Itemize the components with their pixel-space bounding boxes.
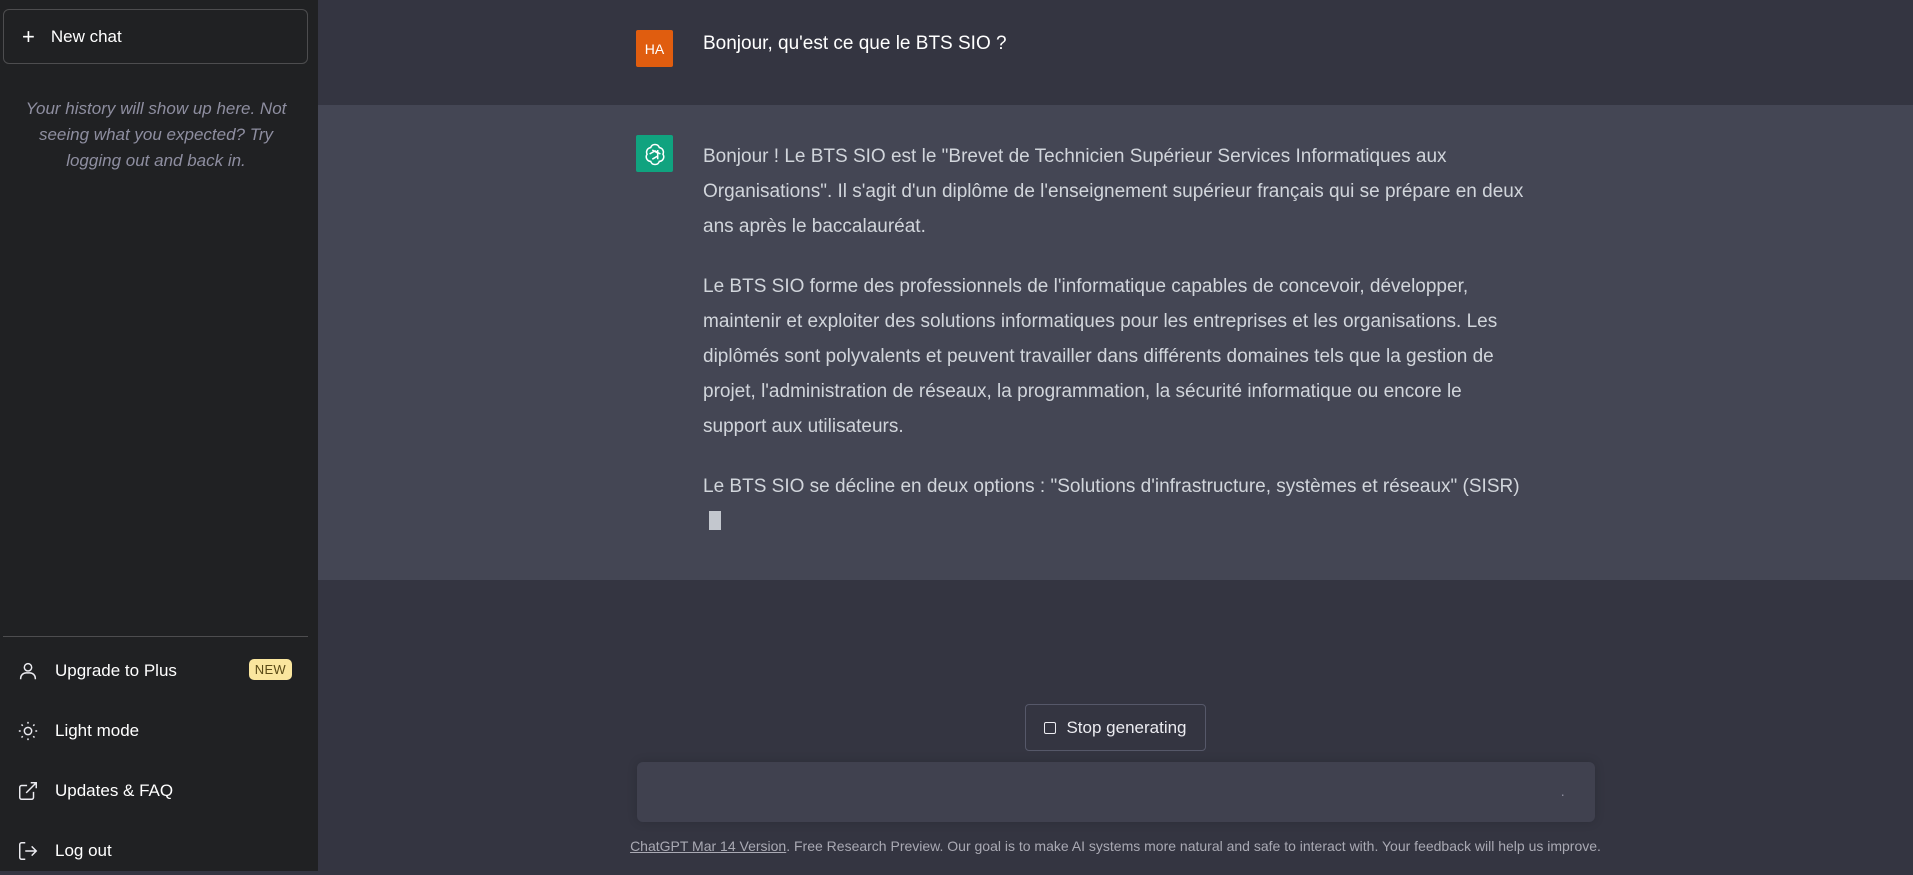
assistant-paragraph: Bonjour ! Le BTS SIO est le "Brevet de T… xyxy=(703,146,1524,237)
loading-indicator: · xyxy=(1560,786,1565,802)
logout-icon xyxy=(19,842,38,860)
footer-disclaimer: ChatGPT Mar 14 Version. Free Research Pr… xyxy=(318,838,1913,854)
external-link-icon xyxy=(19,782,37,800)
openai-logo-icon xyxy=(645,143,664,165)
assistant-paragraph-text: Le BTS SIO se décline en deux options : … xyxy=(703,476,1520,497)
sidebar-item-upgrade[interactable]: Upgrade to Plus NEW xyxy=(3,647,308,695)
user-message-text: Bonjour, qu'est ce que le BTS SIO ? xyxy=(703,33,1007,54)
assistant-paragraph: Le BTS SIO se décline en deux options : … xyxy=(703,469,1528,539)
new-badge: NEW xyxy=(248,659,292,680)
plus-icon: + xyxy=(22,23,35,49)
sidebar-divider xyxy=(3,636,308,637)
sidebar-item-label: Updates & FAQ xyxy=(55,781,174,800)
prompt-input[interactable] xyxy=(653,778,1537,810)
version-link[interactable]: ChatGPT Mar 14 Version xyxy=(630,838,786,854)
assistant-avatar xyxy=(636,135,673,172)
assistant-message-text: Bonjour ! Le BTS SIO est le "Brevet de T… xyxy=(703,139,1528,564)
typing-cursor xyxy=(709,511,721,530)
sidebar-item-light-mode[interactable]: Light mode xyxy=(3,707,308,755)
new-chat-button[interactable]: + New chat xyxy=(3,9,308,64)
sidebar-item-log-out[interactable]: Log out xyxy=(3,827,308,875)
assistant-paragraph: Le BTS SIO forme des professionnels de l… xyxy=(703,276,1498,437)
prompt-input-container: · xyxy=(637,762,1595,822)
sidebar-item-label: Log out xyxy=(55,841,112,860)
user-icon xyxy=(19,662,37,680)
stop-generating-label: Stop generating xyxy=(1066,717,1187,737)
sidebar: + New chat Your history will show up her… xyxy=(0,0,318,871)
user-message-row xyxy=(318,0,1913,105)
history-empty-note: Your history will show up here. Not seei… xyxy=(25,99,287,170)
footer-text: . Free Research Preview. Our goal is to … xyxy=(786,838,1601,854)
stop-square-icon xyxy=(1044,721,1057,734)
stop-generating-button[interactable]: Stop generating xyxy=(1025,704,1206,751)
sidebar-item-label: Light mode xyxy=(55,721,140,740)
sun-icon xyxy=(18,721,38,741)
user-avatar: HA xyxy=(636,30,673,67)
sidebar-item-label: Upgrade to Plus xyxy=(55,661,177,680)
sidebar-item-updates-faq[interactable]: Updates & FAQ xyxy=(3,767,308,815)
new-chat-label: New chat xyxy=(50,26,122,46)
